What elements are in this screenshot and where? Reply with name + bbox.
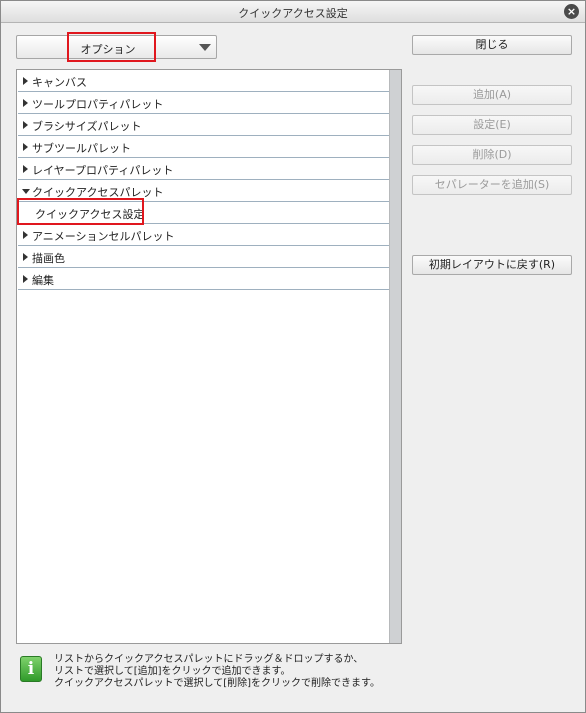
info-line: クイックアクセスパレットで選択して[削除]をクリックで削除できます。 bbox=[54, 678, 381, 689]
expand-arrow-icon[interactable] bbox=[23, 99, 28, 107]
settings-button[interactable]: 設定(E) bbox=[412, 115, 572, 135]
category-dropdown-value: オプション bbox=[80, 43, 136, 56]
collapse-arrow-icon[interactable] bbox=[22, 189, 30, 194]
tree-item-label: アニメーションセルパレット bbox=[32, 230, 175, 243]
chevron-down-icon bbox=[199, 44, 211, 51]
vertical-scrollbar[interactable] bbox=[389, 70, 401, 643]
add-button[interactable]: 追加(A) bbox=[412, 85, 572, 105]
tree-item-quick-access-palette[interactable]: クイックアクセスパレット bbox=[18, 180, 389, 202]
tree-item-label: クイックアクセスパレット bbox=[32, 186, 164, 199]
tree-item-label: ツールプロパティパレット bbox=[32, 98, 164, 111]
tree-item-label: 編集 bbox=[32, 274, 54, 287]
expand-arrow-icon[interactable] bbox=[23, 231, 28, 239]
tree-item-edit[interactable]: 編集 bbox=[18, 268, 389, 290]
delete-button[interactable]: 削除(D) bbox=[412, 145, 572, 165]
info-panel: i リストからクイックアクセスパレットにドラッグ＆ドロップするか、 リストで選択… bbox=[16, 652, 576, 692]
expand-arrow-icon[interactable] bbox=[23, 165, 28, 173]
tree-item-label: サブツールパレット bbox=[32, 142, 131, 155]
tree-item-drawing-color[interactable]: 描画色 bbox=[18, 246, 389, 268]
expand-arrow-icon[interactable] bbox=[23, 143, 28, 151]
tree-item-animation-cel-palette[interactable]: アニメーションセルパレット bbox=[18, 224, 389, 246]
info-icon: i bbox=[20, 656, 42, 682]
expand-arrow-icon[interactable] bbox=[23, 121, 28, 129]
info-line: リストからクイックアクセスパレットにドラッグ＆ドロップするか、 bbox=[54, 654, 364, 665]
tree-item-label: レイヤープロパティパレット bbox=[32, 164, 174, 177]
tree-item-canvas[interactable]: キャンバス bbox=[18, 70, 389, 92]
tree-item-label: 描画色 bbox=[32, 252, 65, 265]
info-text: リストからクイックアクセスパレットにドラッグ＆ドロップするか、 リストで選択して… bbox=[54, 654, 380, 690]
expand-arrow-icon[interactable] bbox=[23, 77, 28, 85]
command-tree-list[interactable]: キャンバス ツールプロパティパレット ブラシサイズパレット サブツールパレット … bbox=[16, 69, 402, 644]
tree-item-layer-property-palette[interactable]: レイヤープロパティパレット bbox=[18, 158, 389, 180]
tree-item-sub-tool-palette[interactable]: サブツールパレット bbox=[18, 136, 389, 158]
window-title: クイックアクセス設定 bbox=[238, 7, 348, 20]
add-separator-button[interactable]: セパレーターを追加(S) bbox=[412, 175, 572, 195]
title-bar: クイックアクセス設定 × bbox=[1, 1, 585, 23]
tree-item-label: クイックアクセス設定 bbox=[35, 208, 145, 221]
tree-item-quick-access-settings[interactable]: クイックアクセス設定 bbox=[18, 202, 389, 224]
tree-item-brush-size-palette[interactable]: ブラシサイズパレット bbox=[18, 114, 389, 136]
reset-layout-button[interactable]: 初期レイアウトに戻す(R) bbox=[412, 255, 572, 275]
quick-access-settings-dialog: クイックアクセス設定 × オプション キャンバス ツールプロパティパレット ブラ… bbox=[0, 0, 586, 713]
tree-item-label: キャンバス bbox=[32, 76, 87, 89]
close-button[interactable]: 閉じる bbox=[412, 35, 572, 55]
info-line: リストで選択して[追加]をクリックで追加できます。 bbox=[54, 666, 291, 677]
tree-item-tool-property-palette[interactable]: ツールプロパティパレット bbox=[18, 92, 389, 114]
category-dropdown[interactable]: オプション bbox=[16, 35, 217, 59]
expand-arrow-icon[interactable] bbox=[23, 253, 28, 261]
tree-item-label: ブラシサイズパレット bbox=[32, 120, 142, 133]
expand-arrow-icon[interactable] bbox=[23, 275, 28, 283]
close-icon[interactable]: × bbox=[564, 4, 579, 19]
